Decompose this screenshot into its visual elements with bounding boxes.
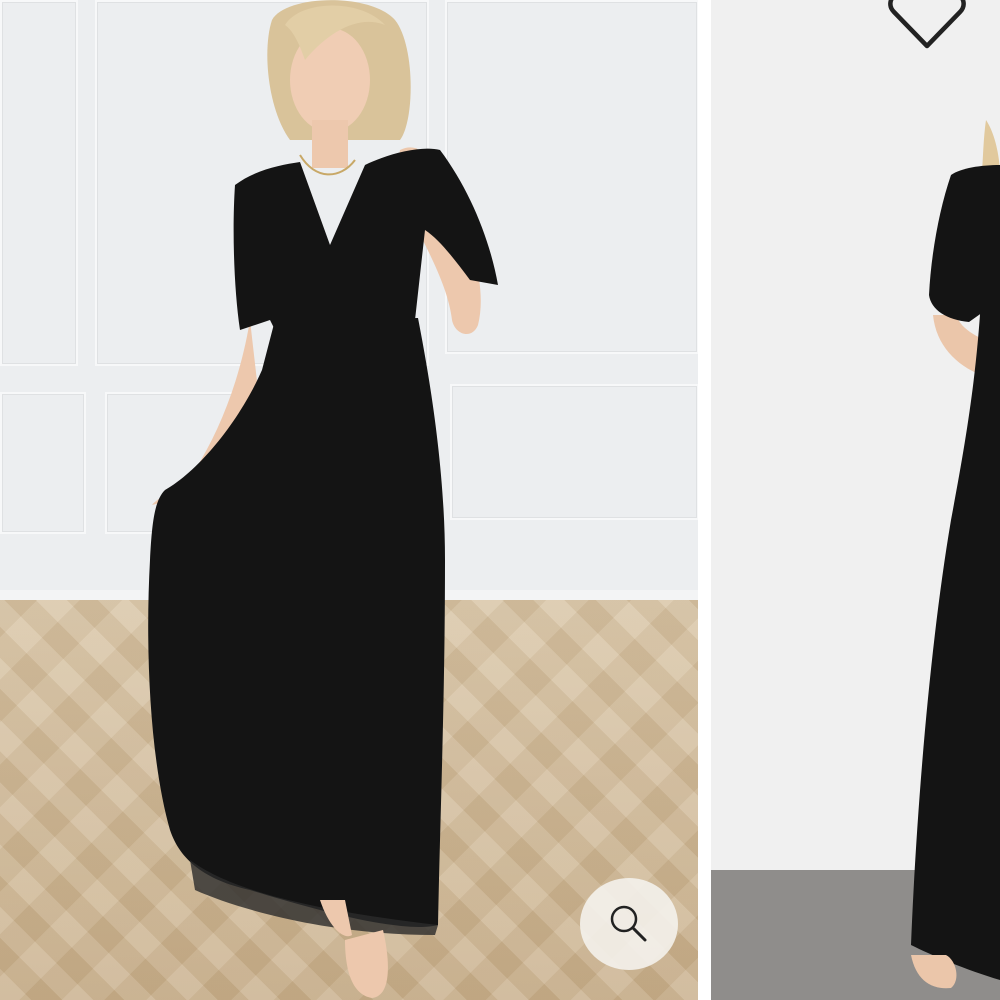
zoom-button[interactable] [580,878,678,970]
product-image-2[interactable] [711,0,1000,1000]
add-to-wishlist-button[interactable] [884,0,970,56]
model-in-black-maxi-dress [148,0,498,998]
product-image-gallery[interactable] [0,0,1000,1000]
model-in-black-maxi-dress-front [911,120,1000,989]
slide-divider [698,0,711,1000]
magnifier-icon [610,905,647,942]
heart-outline-icon [888,0,966,49]
product-image-1[interactable] [0,0,698,1000]
